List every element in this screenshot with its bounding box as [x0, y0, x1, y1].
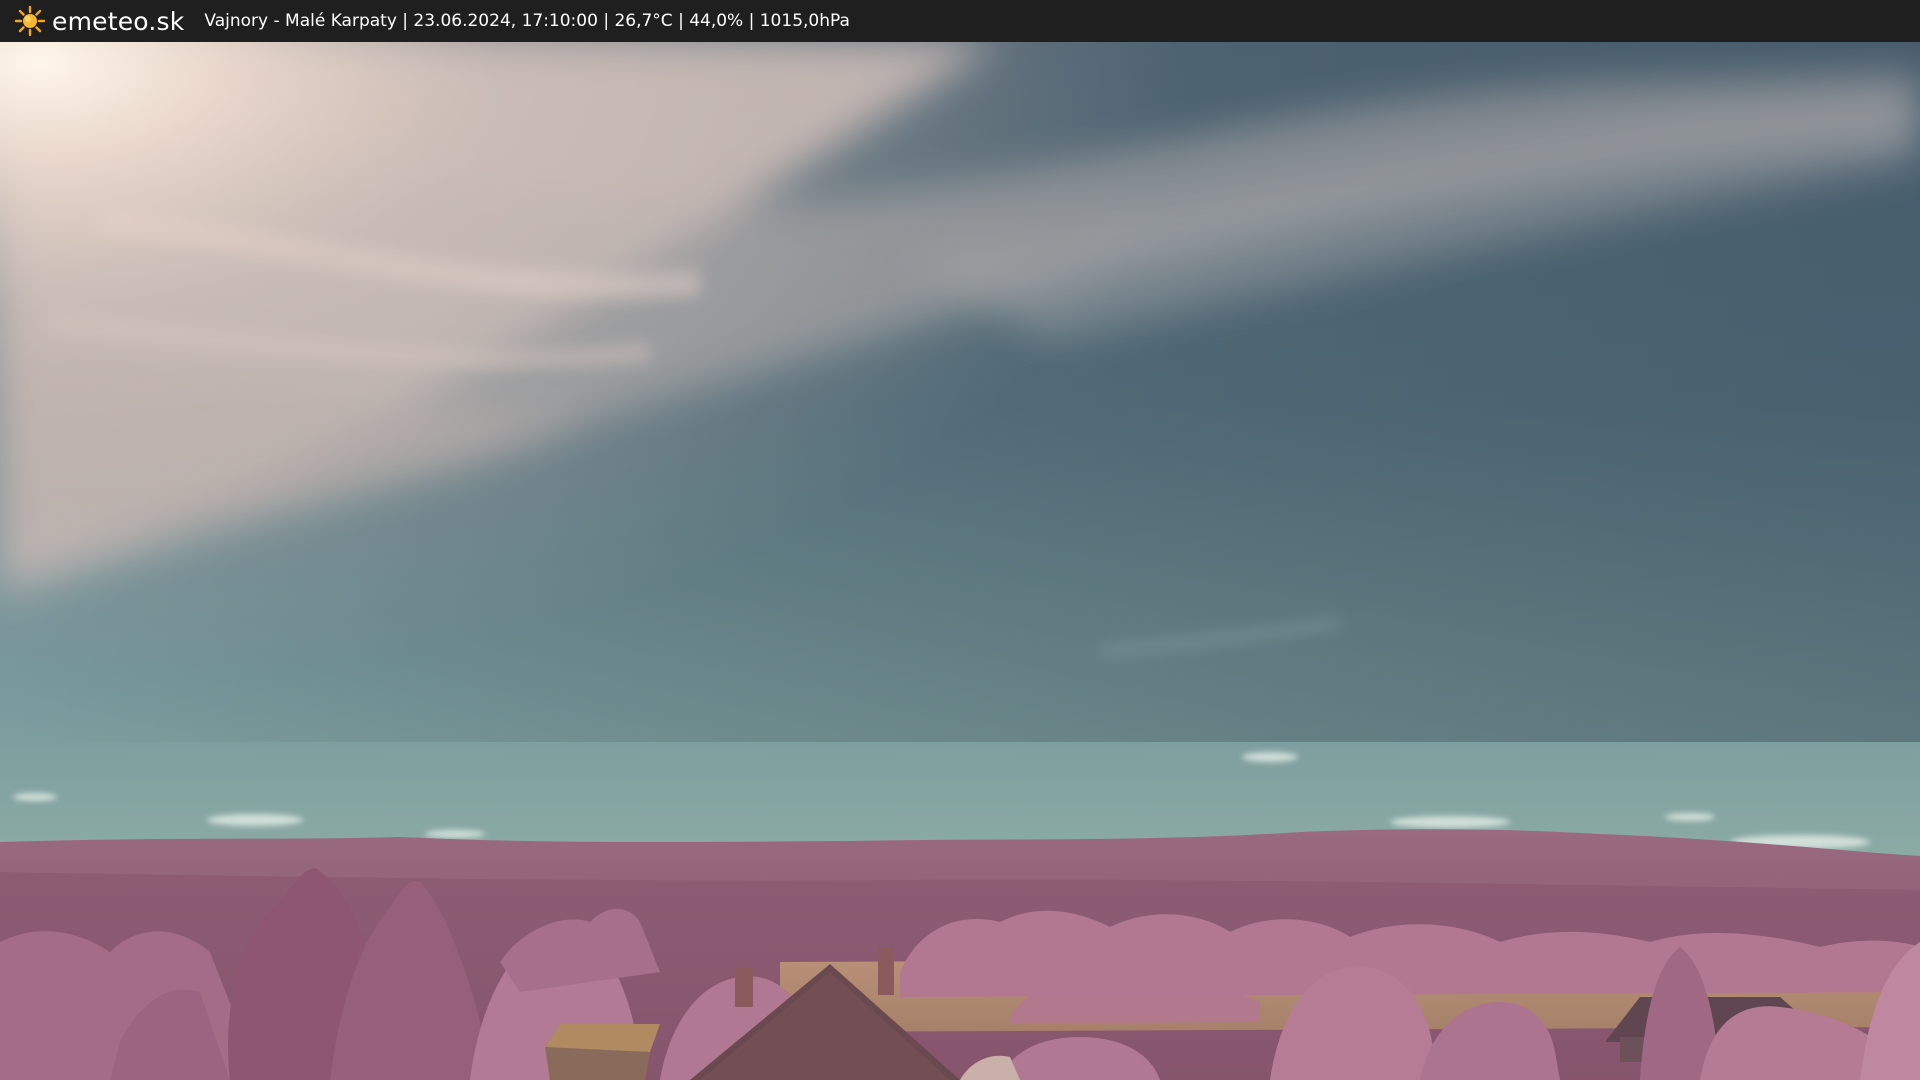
brand-name: emeteo.sk [52, 6, 185, 36]
webcam-image [0, 42, 1920, 1080]
weather-caption: Vajnory - Malé Karpaty | 23.06.2024, 17:… [204, 11, 850, 31]
brand-logo[interactable]: emeteo.sk [14, 5, 184, 37]
sun-icon [14, 5, 46, 37]
webcam-view: emeteo.sk Vajnory - Malé Karpaty | 23.06… [0, 0, 1920, 1080]
info-bar: emeteo.sk Vajnory - Malé Karpaty | 23.06… [0, 0, 1920, 42]
landscape-scene [0, 42, 1920, 1080]
